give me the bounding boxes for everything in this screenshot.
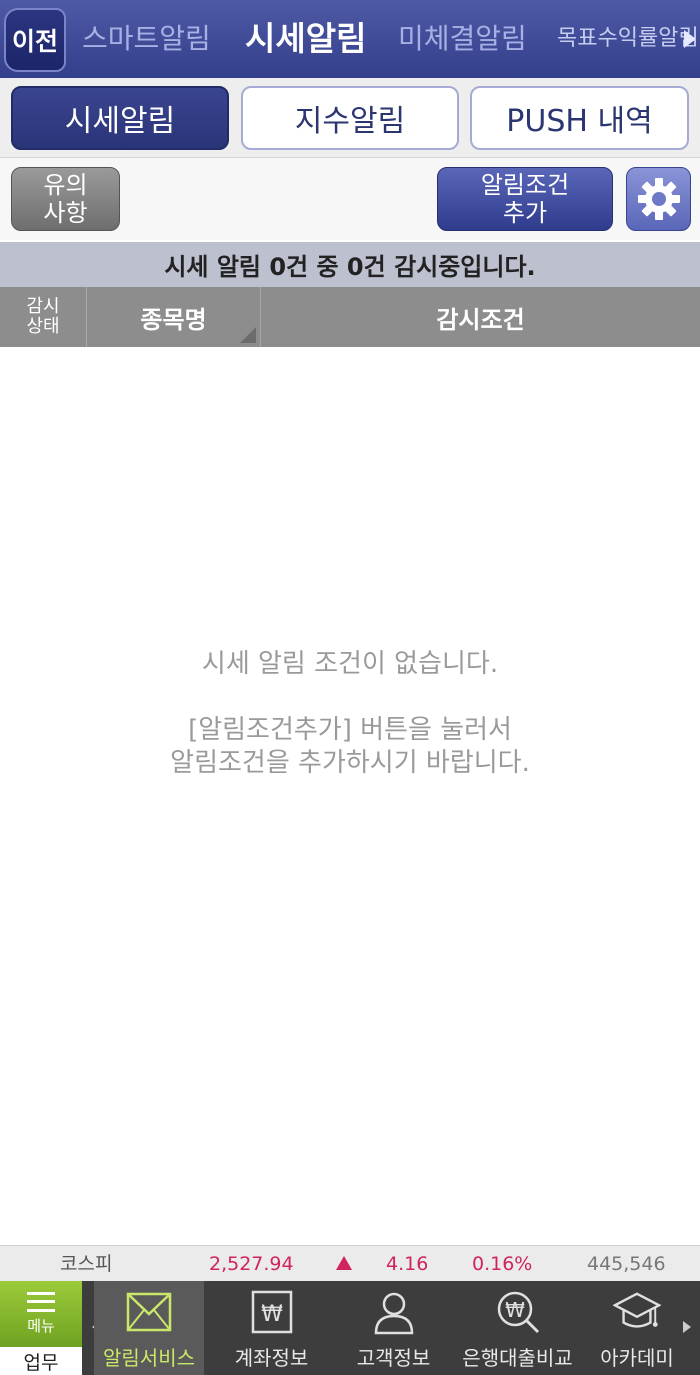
gear-icon: [637, 178, 680, 220]
ticker-index-name: 코스피: [60, 1253, 113, 1275]
envelope-icon: [125, 1288, 173, 1336]
nav-item-customer-info[interactable]: 고객정보: [336, 1281, 451, 1375]
subtab-index-alert[interactable]: 지수알림: [241, 86, 459, 150]
notice-button[interactable]: 유의 사항: [11, 167, 120, 231]
tab-smart-alert[interactable]: 스마트알림: [82, 0, 211, 78]
ticker-change-percent: 0.16%: [472, 1253, 533, 1275]
table-header: 감시 상태 종목명 감시조건: [0, 287, 700, 347]
empty-state-hint-line1: [알림조건추가] 버튼을 눌러서: [188, 715, 512, 745]
column-status-line1: 감시: [26, 296, 60, 317]
empty-state-hint-line2: 알림조건을 추가하시기 바랍니다.: [170, 748, 530, 778]
menu-button[interactable]: 메뉴 업무: [0, 1281, 82, 1375]
bottom-navigation: 메뉴 업무 알림서비스 ₩ 계좌정보 고객정보 ₩ 은행대출비교 아카데미: [0, 1281, 700, 1375]
svg-text:₩: ₩: [261, 1302, 283, 1327]
empty-state-title: 시세 알림 조건이 없습니다.: [201, 649, 499, 679]
scroll-right-arrow-icon[interactable]: [684, 30, 696, 48]
nav-item-bank-loan-compare[interactable]: ₩ 은행대출비교: [460, 1281, 575, 1375]
add-label-line2: 추가: [502, 199, 548, 227]
settings-button[interactable]: [626, 167, 691, 231]
person-icon: [370, 1288, 418, 1336]
won-document-icon: ₩: [248, 1288, 296, 1336]
add-label-line1: 알림조건: [480, 171, 570, 199]
nav-label-account-info: 계좌정보: [234, 1346, 309, 1370]
ticker-volume: 445,546: [587, 1253, 666, 1275]
hamburger-icon: [27, 1292, 55, 1312]
subtab-push-history[interactable]: PUSH 내역: [470, 86, 689, 150]
ticker-index-value: 2,527.94: [209, 1253, 294, 1275]
index-ticker[interactable]: 코스피 2,527.94 4.16 0.16% 445,546: [0, 1245, 700, 1281]
nav-label-customer-info: 고객정보: [356, 1346, 431, 1370]
tab-target-return-alert[interactable]: 목표수익률알림: [557, 0, 699, 78]
nav-item-alert-service[interactable]: 알림서비스: [94, 1281, 204, 1375]
column-header-stock-name[interactable]: 종목명: [87, 287, 261, 347]
nav-label-academy: 아카데미: [600, 1346, 674, 1370]
sort-indicator-icon: [240, 327, 256, 343]
nav-item-account-info[interactable]: ₩ 계좌정보: [214, 1281, 329, 1375]
monitoring-status-text: 시세 알림 0건 중 0건 감시중입니다.: [0, 242, 700, 287]
empty-state: 시세 알림 조건이 없습니다. [알림조건추가] 버튼을 눌러서 알림조건을 추…: [0, 648, 700, 780]
column-header-status: 감시 상태: [0, 287, 87, 347]
won-search-icon: ₩: [494, 1288, 542, 1336]
toolbar: 유의 사항 알림조건 추가: [0, 158, 700, 240]
tab-unfilled-alert[interactable]: 미체결알림: [398, 0, 527, 78]
column-status-line2: 상태: [26, 316, 60, 337]
svg-text:₩: ₩: [505, 1298, 525, 1322]
column-name-label: 종목명: [140, 305, 207, 334]
notice-label-line1: 유의: [43, 171, 88, 199]
add-alert-condition-button[interactable]: 알림조건 추가: [437, 167, 613, 231]
tab-price-alert[interactable]: 시세알림: [245, 0, 366, 78]
back-button[interactable]: 이전: [4, 8, 66, 72]
nav-label-alert-service: 알림서비스: [103, 1346, 195, 1370]
top-tab-bar: 이전 스마트알림 시세알림 미체결알림 목표수익률알림: [0, 0, 700, 78]
menu-section-label: 업무: [0, 1347, 82, 1375]
nav-item-academy[interactable]: 아카데미: [582, 1281, 692, 1375]
nav-scroll-right-icon[interactable]: [683, 1321, 691, 1333]
nav-label-bank-loan-compare: 은행대출비교: [462, 1346, 573, 1370]
menu-label: 메뉴: [27, 1317, 55, 1335]
sub-tab-bar: 시세알림 지수알림 PUSH 내역: [0, 78, 700, 158]
notice-label-line2: 사항: [43, 199, 88, 227]
graduation-cap-icon: [613, 1288, 661, 1336]
subtab-price-alert[interactable]: 시세알림: [11, 86, 229, 150]
column-header-condition: 감시조건: [436, 305, 525, 334]
ticker-change: 4.16: [386, 1253, 429, 1275]
up-triangle-icon: [336, 1256, 352, 1270]
